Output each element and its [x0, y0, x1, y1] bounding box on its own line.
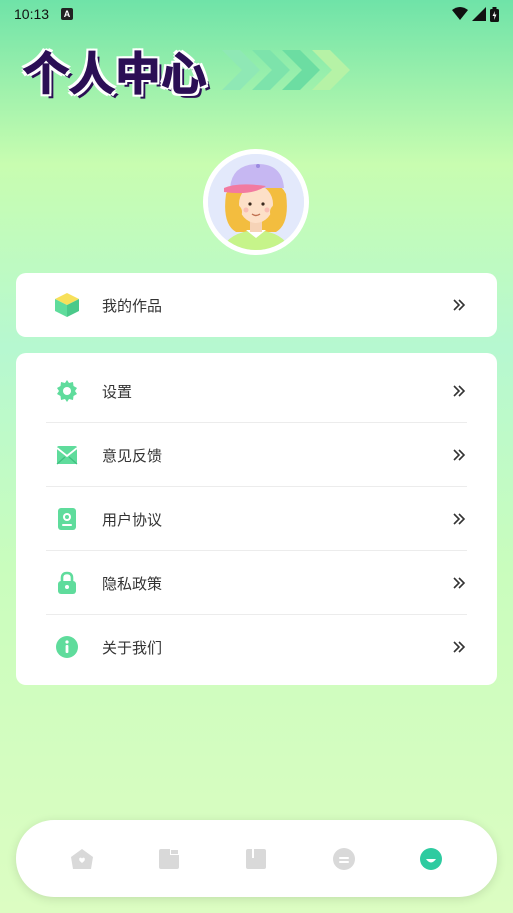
- home-icon: [70, 848, 93, 869]
- book-icon: [246, 848, 267, 869]
- status-icons: [452, 6, 499, 22]
- menu-item-about-us[interactable]: 关于我们: [16, 615, 497, 679]
- gallery-icon: [159, 848, 180, 869]
- avatar-image: [208, 154, 304, 250]
- face-neutral-icon: [332, 847, 355, 870]
- menu-item-label: 隐私政策: [102, 574, 163, 593]
- lock-icon: [54, 570, 80, 596]
- gear-icon: [54, 378, 80, 404]
- tab-book[interactable]: [243, 846, 269, 872]
- chevron-double-right-icon: [453, 449, 466, 461]
- menu-item-label: 意见反馈: [102, 446, 163, 465]
- face-smile-icon: [420, 847, 443, 870]
- chevron-double-right-icon: [453, 513, 466, 525]
- decorative-arrows-icon: [222, 50, 350, 90]
- avatar[interactable]: [203, 149, 309, 255]
- menu-item-user-agreement[interactable]: 用户协议: [16, 487, 497, 551]
- menu-item-label: 设置: [102, 382, 133, 401]
- chevron-double-right-icon: [453, 385, 466, 397]
- battery-icon: [490, 6, 499, 22]
- user-card-icon: [54, 506, 80, 532]
- menu-item-works[interactable]: 我的作品: [16, 273, 497, 337]
- works-card: 我的作品: [16, 273, 497, 337]
- wifi-icon: [452, 7, 468, 20]
- chevron-double-right-icon: [453, 577, 466, 589]
- tab-profile[interactable]: [418, 846, 444, 872]
- mail-icon: [54, 442, 80, 468]
- status-time: 10:13: [14, 6, 50, 22]
- chevron-double-right-icon: [453, 641, 466, 653]
- tab-face[interactable]: [331, 846, 357, 872]
- page-title: 个人中心: [23, 48, 208, 101]
- bottom-tab-bar: [16, 820, 497, 897]
- notification-icon: A: [61, 8, 74, 20]
- menu-item-feedback[interactable]: 意见反馈: [16, 423, 497, 487]
- menu-item-settings[interactable]: 设置: [16, 359, 497, 423]
- menu-item-label: 关于我们: [102, 638, 163, 657]
- chevron-double-right-icon: [453, 299, 466, 311]
- cube-icon: [54, 292, 80, 318]
- tab-gallery[interactable]: [156, 846, 182, 872]
- menu-item-label: 我的作品: [102, 296, 163, 315]
- tab-home[interactable]: [69, 846, 95, 872]
- menu-item-label: 用户协议: [102, 510, 163, 529]
- header: 个人中心: [23, 40, 352, 101]
- menu-item-privacy-policy[interactable]: 隐私政策: [16, 551, 497, 615]
- signal-icon: [472, 7, 486, 21]
- settings-menu-card: 设置 意见反馈 用户协议 隐私政策 关于我们: [16, 353, 497, 685]
- status-bar: 10:13 A: [0, 0, 513, 28]
- info-icon: [54, 634, 80, 660]
